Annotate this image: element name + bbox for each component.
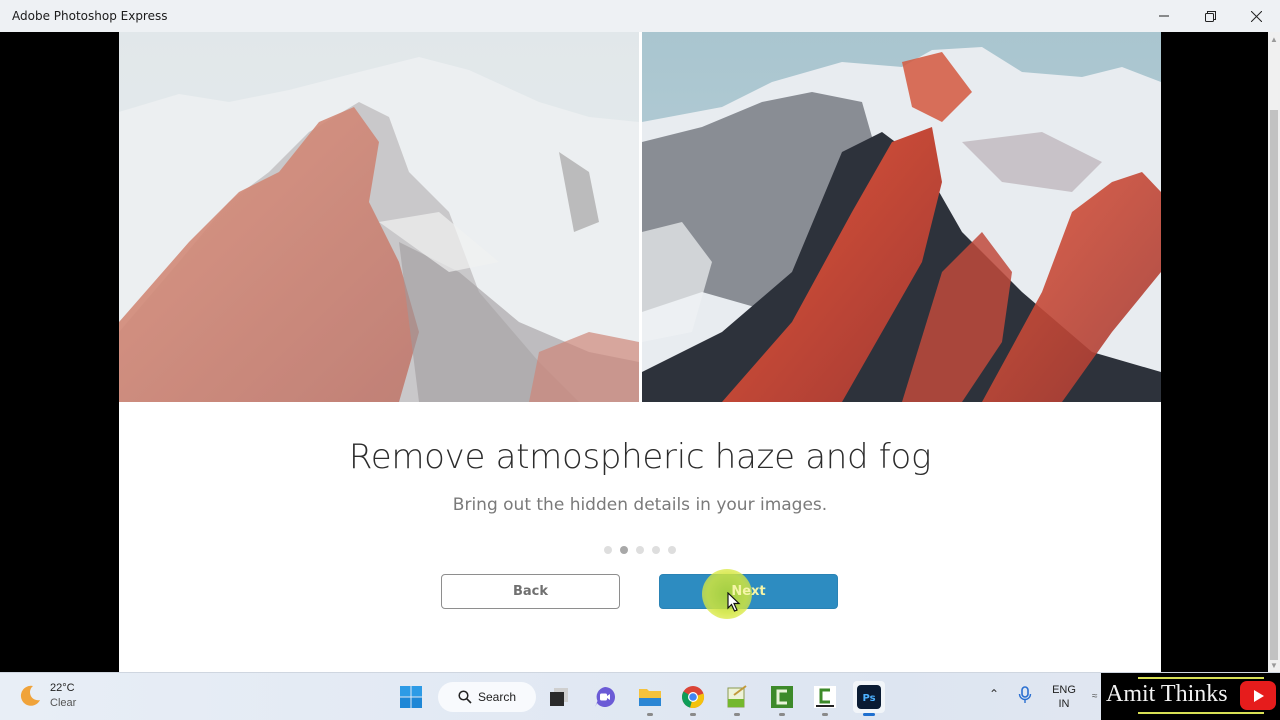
taskbar-camtasia-recorder[interactable] — [809, 681, 841, 716]
feature-headline: Remove atmospheric haze and fog — [348, 437, 932, 477]
camtasia-icon — [771, 686, 793, 708]
watermark-text: Amit Thinks — [1106, 681, 1228, 707]
page-dot-5[interactable] — [668, 546, 676, 554]
search-label: Search — [478, 690, 517, 704]
youtube-icon — [1240, 681, 1276, 710]
restore-button[interactable] — [1187, 0, 1233, 32]
scroll-up-arrow-icon[interactable]: ▲ — [1268, 32, 1280, 46]
windows-start-icon — [400, 686, 422, 708]
weather-temperature: 22°C — [50, 682, 75, 694]
next-button-label[interactable]: Next — [659, 574, 838, 609]
taskbar-photoshop-express[interactable]: Ps — [853, 681, 885, 716]
taskbar-task-view[interactable] — [543, 681, 575, 713]
onboarding-panel: Remove atmospheric haze and fog Bring ou… — [119, 32, 1161, 672]
taskbar-file-explorer[interactable] — [634, 681, 666, 716]
running-indicator — [647, 713, 653, 716]
minimize-icon — [1159, 15, 1169, 17]
moon-icon — [20, 685, 40, 706]
running-indicator — [822, 713, 828, 716]
wifi-icon[interactable]: ≈ — [1092, 691, 1098, 702]
task-view-icon — [550, 688, 568, 706]
taskbar-notepad-plus[interactable] — [721, 681, 753, 716]
page-dot-3[interactable] — [636, 546, 644, 554]
page-dot-1[interactable] — [604, 546, 612, 554]
folder-icon — [639, 689, 661, 706]
show-hidden-icons-chevron-icon[interactable]: ⌃ — [989, 687, 999, 701]
active-indicator — [863, 713, 875, 716]
region-code: IN — [1058, 698, 1070, 710]
running-indicator — [690, 713, 696, 716]
weather-condition: Clear — [50, 697, 77, 709]
weather-widget[interactable]: 22°C Clear — [18, 681, 76, 711]
minimize-button[interactable] — [1141, 0, 1187, 32]
running-indicator — [734, 713, 740, 716]
back-button[interactable]: Back — [441, 574, 620, 609]
taskbar: 22°C Clear Search Ps ⌃ ENG IN ≈ — [0, 672, 1280, 720]
start-button[interactable] — [395, 681, 427, 713]
notepad-icon — [727, 685, 747, 708]
photoshop-icon: Ps — [857, 685, 881, 709]
microphone-icon[interactable] — [1018, 686, 1032, 704]
input-language[interactable]: ENG IN — [1049, 683, 1079, 711]
before-after-comparison — [119, 32, 1161, 402]
feature-description: Bring out the hidden details in your ima… — [452, 495, 828, 515]
search-icon — [458, 690, 472, 704]
channel-watermark: Amit Thinks — [1101, 673, 1280, 720]
chrome-icon — [682, 686, 705, 709]
title-bar: Adobe Photoshop Express — [0, 0, 1280, 32]
page-dot-4[interactable] — [652, 546, 660, 554]
taskbar-video-chat[interactable] — [589, 681, 621, 713]
before-photo — [119, 32, 639, 402]
restore-icon — [1204, 10, 1216, 22]
taskbar-search[interactable]: Search — [438, 682, 536, 712]
language-code: ENG — [1052, 684, 1076, 696]
scrollbar-thumb[interactable] — [1270, 110, 1278, 660]
video-chat-icon — [595, 687, 615, 707]
close-button[interactable] — [1233, 0, 1279, 32]
taskbar-chrome[interactable] — [677, 681, 709, 716]
after-photo — [642, 32, 1161, 402]
close-icon — [1250, 10, 1262, 22]
page-dot-2-active[interactable] — [620, 546, 628, 554]
vertical-scrollbar[interactable]: ▲ ▼ — [1268, 32, 1280, 672]
app-area: Remove atmospheric haze and fog Bring ou… — [0, 32, 1268, 672]
scroll-down-arrow-icon[interactable]: ▼ — [1268, 658, 1280, 672]
page-indicator — [119, 546, 1161, 554]
watermark-bottom-line — [1138, 712, 1264, 714]
running-indicator — [779, 713, 785, 716]
taskbar-camtasia[interactable] — [766, 681, 798, 716]
mouse-pointer-icon — [727, 592, 741, 612]
photoshop-label: Ps — [862, 693, 875, 704]
app-title: Adobe Photoshop Express — [12, 9, 168, 23]
watermark-top-line — [1138, 677, 1264, 679]
camtasia-recorder-icon — [814, 686, 836, 708]
